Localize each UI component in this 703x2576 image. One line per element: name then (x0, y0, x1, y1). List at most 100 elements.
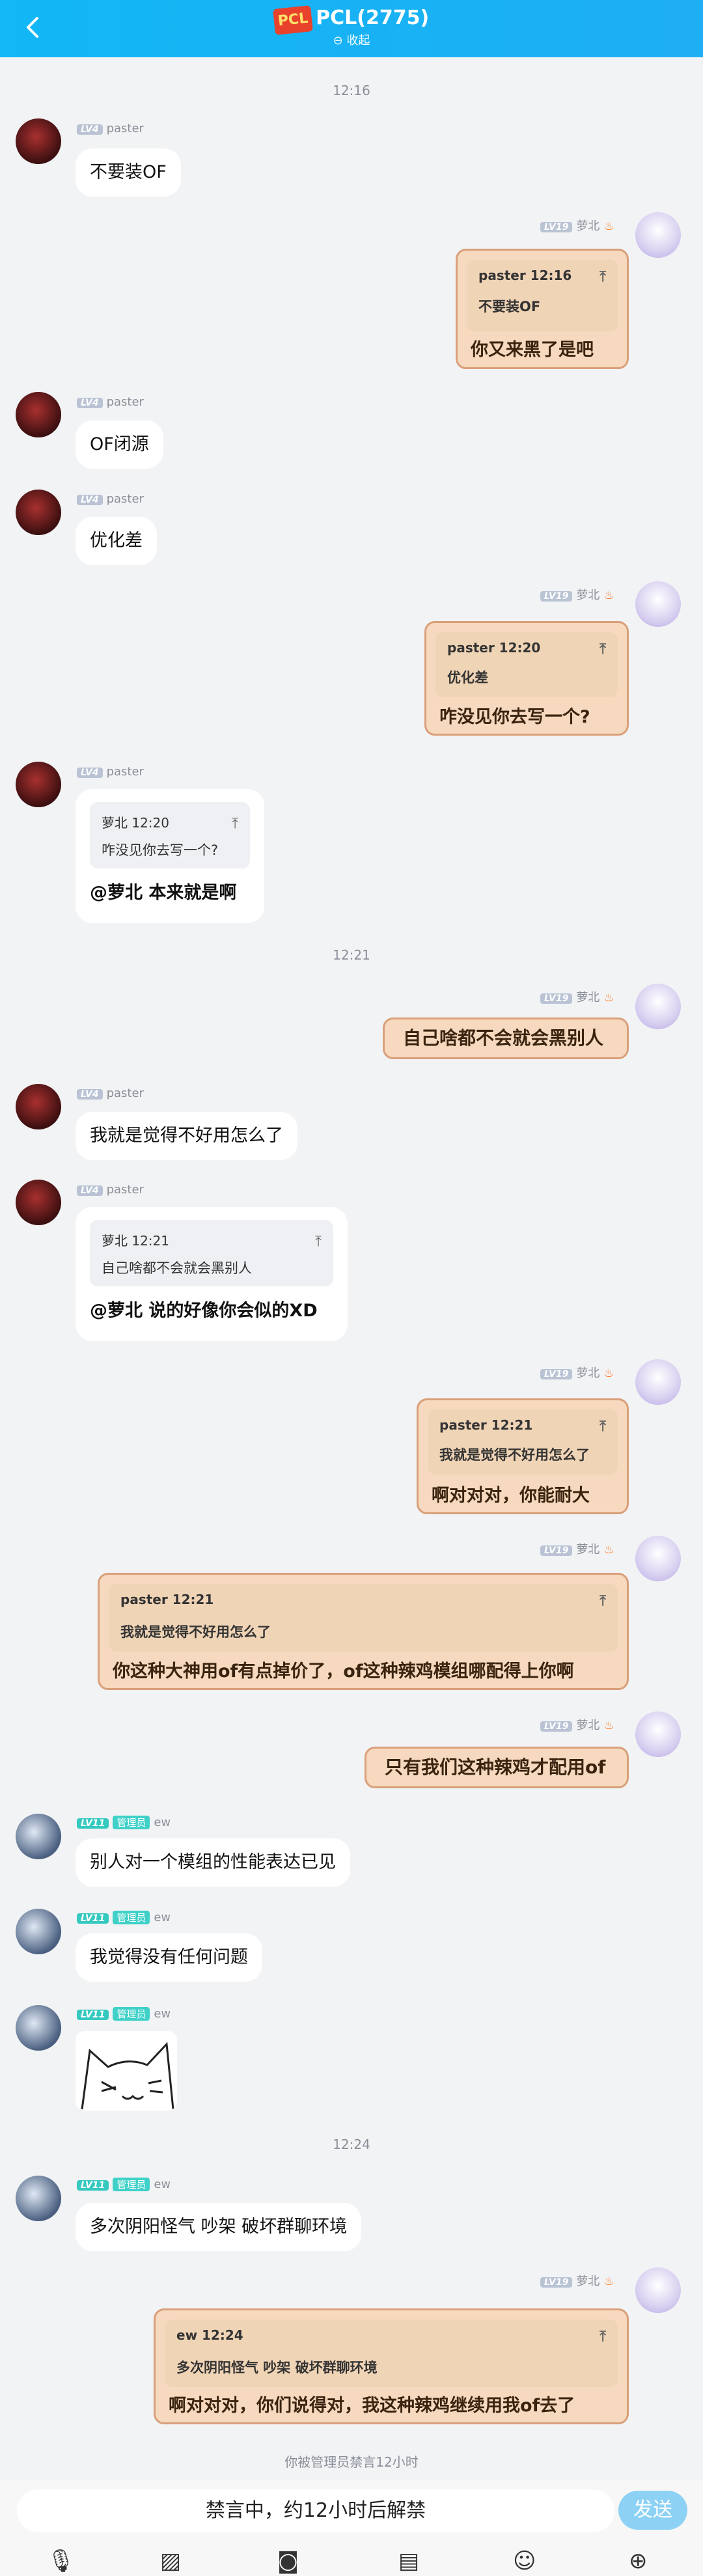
avatar[interactable] (16, 2005, 61, 2051)
sender-name: paster (106, 1183, 144, 1197)
message-bubble[interactable]: 我觉得没有任何问题 (76, 1933, 262, 1982)
jump-up-icon[interactable]: ⤒ (600, 1593, 606, 1609)
quoted-message[interactable]: paster 12:21 ⤒ 我就是觉得不好用怎么了 (428, 1409, 618, 1475)
level-badge: LV19 (540, 222, 573, 232)
quote-header: 萝北 12:20 (102, 815, 169, 831)
reply-bubble[interactable]: 萝北 12:21 ⤒ 自己啥都不会就会黑别人 @萝北 说的好像你会似的XD (76, 1207, 348, 1341)
sender-name: paster (106, 492, 144, 506)
sender-name: ew (154, 2178, 171, 2191)
reply-bubble[interactable]: paster 12:16 ⤒ 不要装OF 你又来黑了是吧 (456, 249, 629, 369)
reply-bubble[interactable]: 萝北 12:20 ⤒ 咋没见你去写一个? @萝北 本来就是啊 (76, 789, 264, 923)
sender-meta: LV19 萝北 ♨ (540, 1364, 614, 1381)
quote-header: paster 12:21 (439, 1417, 533, 1433)
quoted-message[interactable]: paster 12:20 ⤒ 优化差 (435, 632, 618, 697)
sender-name: ew (154, 1816, 171, 1829)
reply-text: 啊对对对，你们说得对，我这种辣鸡继续用我of去了 (169, 2396, 575, 2416)
avatar[interactable] (635, 581, 681, 627)
message-bubble[interactable]: 多次阴阳怪气 吵架 破坏群聊环境 (76, 2203, 362, 2251)
title-area[interactable]: PCL PCL(2775) ⊖ 收起 (0, 5, 703, 49)
sender-meta: LV11 管理员 ew (77, 2178, 171, 2191)
sender-meta: LV19 萝北 ♨ (540, 217, 614, 234)
sender-meta: LV4 paster (77, 122, 144, 135)
fire-icon: ♨ (603, 1366, 614, 1380)
quote-text: 咋没见你去写一个? (102, 842, 219, 858)
level-badge: LV11 (77, 2010, 109, 2020)
avatar[interactable] (635, 984, 681, 1029)
reply-text: @萝北 本来就是啊 (90, 883, 237, 903)
send-button[interactable]: 发送 (618, 2491, 687, 2530)
level-badge: LV19 (540, 591, 573, 602)
sender-meta: LV11 管理员 ew (77, 1911, 171, 1924)
group-logo: PCL (272, 5, 314, 35)
avatar[interactable] (635, 1536, 681, 1581)
reply-text: @萝北 说的好像你会似的XD (90, 1301, 318, 1321)
quote-header: paster 12:16 (478, 268, 572, 283)
message-bubble[interactable]: 不要装OF (76, 148, 181, 197)
quoted-message[interactable]: 萝北 12:21 ⤒ 自己啥都不会就会黑别人 (90, 1220, 333, 1286)
sender-name: 萝北 (576, 2275, 600, 2288)
fire-icon: ♨ (603, 1543, 614, 1557)
sender-meta: LV19 萝北 ♨ (540, 988, 614, 1005)
reply-bubble[interactable]: paster 12:20 ⤒ 优化差 咋没见你去写一个? (424, 621, 629, 736)
camera-icon[interactable]: ◙ (277, 2548, 299, 2574)
jump-up-icon[interactable]: ⤒ (600, 269, 606, 285)
level-badge: LV11 (77, 2180, 109, 2191)
avatar[interactable] (16, 762, 61, 807)
avatar[interactable] (16, 1084, 61, 1129)
avatar[interactable] (635, 212, 681, 258)
message-bubble[interactable]: 优化差 (76, 517, 157, 565)
admin-badge: 管理员 (113, 1911, 150, 1924)
jump-up-icon[interactable]: ⤒ (600, 1419, 606, 1435)
input-bar: 禁言中，约12小时后解禁 发送 🎙 ▨ ◙ ▤ ☺ ⊕ (0, 2480, 703, 2576)
avatar[interactable] (635, 2267, 681, 2313)
quote-text: 我就是觉得不好用怎么了 (120, 1624, 271, 1640)
quoted-message[interactable]: 萝北 12:20 ⤒ 咋没见你去写一个? (90, 802, 250, 868)
avatar[interactable] (16, 2176, 61, 2221)
message-bubble[interactable]: 只有我们这种辣鸡才配用of (365, 1747, 629, 1788)
sender-name: 萝北 (576, 991, 600, 1004)
reply-text: 你又来黑了是吧 (471, 340, 594, 360)
avatar[interactable] (16, 1814, 61, 1859)
jump-up-icon[interactable]: ⤒ (315, 1229, 322, 1255)
quoted-message[interactable]: ew 12:24 ⤒ 多次阴阳怪气 吵架 破坏群聊环境 (165, 2320, 618, 2387)
sticker-image[interactable] (76, 2031, 177, 2111)
reply-bubble[interactable]: ew 12:24 ⤒ 多次阴阳怪气 吵架 破坏群聊环境 啊对对对，你们说得对，我… (154, 2308, 629, 2424)
avatar[interactable] (16, 392, 61, 437)
avatar[interactable] (635, 1711, 681, 1757)
level-badge: LV4 (77, 124, 103, 135)
reply-text: 啊对对对，你能耐大 (432, 1486, 590, 1506)
avatar[interactable] (16, 118, 61, 164)
collapse-button[interactable]: ⊖ 收起 (0, 33, 703, 49)
group-name: PCL(2775) (316, 7, 430, 29)
fire-icon: ♨ (603, 589, 614, 602)
reply-bubble[interactable]: paster 12:21 ⤒ 我就是觉得不好用怎么了 你这种大神用of有点掉价了… (98, 1573, 629, 1690)
avatar[interactable] (16, 1909, 61, 1954)
sender-meta: LV4 paster (77, 1183, 144, 1197)
avatar[interactable] (16, 490, 61, 535)
folder-icon[interactable]: ▤ (398, 2548, 419, 2574)
quote-text: 优化差 (447, 670, 488, 686)
fire-icon: ♨ (603, 219, 614, 233)
reply-bubble[interactable]: paster 12:21 ⤒ 我就是觉得不好用怎么了 啊对对对，你能耐大 (417, 1398, 629, 1514)
image-icon[interactable]: ▨ (160, 2548, 181, 2574)
avatar[interactable] (16, 1180, 61, 1225)
jump-up-icon[interactable]: ⤒ (600, 2329, 606, 2345)
microphone-icon[interactable]: 🎙 (47, 2548, 75, 2574)
avatar[interactable] (635, 1359, 681, 1405)
emoji-icon[interactable]: ☺ (513, 2548, 536, 2574)
message-bubble[interactable]: OF闭源 (76, 421, 163, 469)
chat-header: PCL PCL(2775) ⊖ 收起 (0, 0, 703, 57)
plus-icon[interactable]: ⊕ (629, 2548, 648, 2574)
quoted-message[interactable]: paster 12:21 ⤒ 我就是觉得不好用怎么了 (109, 1584, 618, 1652)
sender-meta: LV4 paster (77, 1087, 144, 1100)
admin-badge: 管理员 (113, 2178, 150, 2191)
level-badge: LV19 (540, 2277, 573, 2288)
timestamp: 12:21 (333, 947, 370, 963)
jump-up-icon[interactable]: ⤒ (600, 641, 606, 658)
message-bubble[interactable]: 我就是觉得不好用怎么了 (76, 1112, 297, 1160)
message-bubble[interactable]: 别人对一个模组的性能表达已见 (76, 1838, 350, 1887)
quoted-message[interactable]: paster 12:16 ⤒ 不要装OF (467, 260, 618, 331)
jump-up-icon[interactable]: ⤒ (232, 811, 238, 837)
message-bubble[interactable]: 自己啥都不会就会黑别人 (383, 1018, 629, 1059)
sender-name: ew (154, 1911, 171, 1924)
